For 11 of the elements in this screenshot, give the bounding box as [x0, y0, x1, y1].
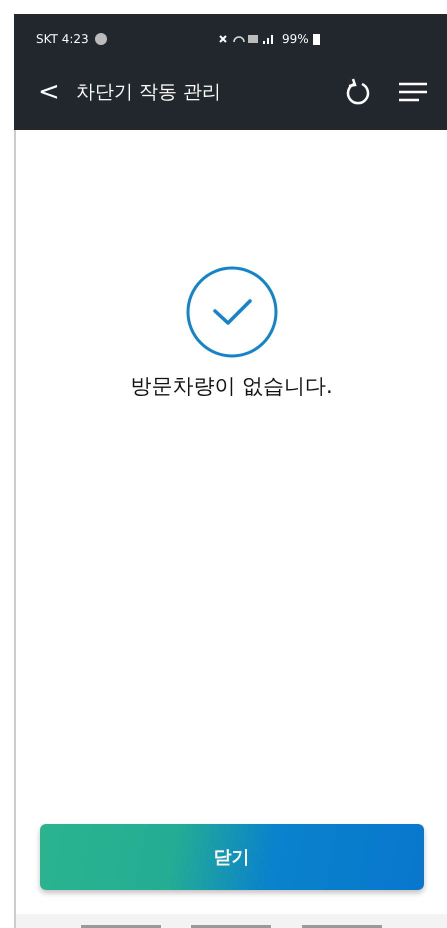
back-button[interactable]: < [38, 77, 60, 107]
menu-button[interactable] [399, 81, 427, 103]
refresh-button[interactable] [345, 78, 371, 106]
status-time: SKT 4:23 [36, 32, 89, 46]
notification-icon [94, 33, 107, 45]
battery-percent: 99% [282, 32, 309, 46]
close-button[interactable]: 닫기 [40, 824, 424, 890]
battery-icon [312, 33, 320, 45]
check-circle-icon [186, 266, 278, 358]
empty-message: 방문차량이 없습니다. [130, 373, 333, 400]
page-title: 차단기 작동 관리 [76, 80, 222, 105]
